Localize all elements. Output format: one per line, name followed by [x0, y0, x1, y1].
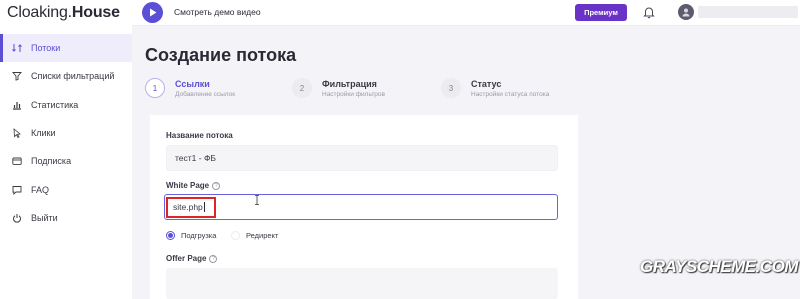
sidebar-nav: Потоки Списки фильтраций Статистика Клик… — [0, 34, 132, 232]
help-icon[interactable]: ? — [209, 254, 218, 263]
swap-icon — [12, 43, 22, 53]
radio-redirect[interactable] — [231, 231, 240, 240]
offer-page-label-text: Offer Page — [166, 254, 207, 263]
sidebar-item-label: Списки фильтраций — [31, 71, 115, 82]
bar-chart-icon — [12, 100, 22, 110]
stream-name-label: Название потока — [166, 131, 233, 140]
white-page-input[interactable]: site.php — [164, 194, 558, 220]
sidebar-item-streams[interactable]: Потоки — [0, 34, 132, 63]
ibeam-cursor-icon — [255, 192, 259, 205]
radio-load-option[interactable]: Подгрузка — [166, 231, 216, 240]
card-icon — [12, 156, 22, 166]
offer-page-input[interactable] — [166, 268, 558, 299]
step-status[interactable]: 3 Статус Настройки статуса потока — [441, 78, 549, 98]
sidebar-item-label: Подписка — [31, 156, 72, 167]
logo[interactable]: Cloaking.House — [7, 4, 120, 22]
radio-load-label: Подгрузка — [181, 231, 217, 240]
sidebar-item-label: Статистика — [31, 99, 79, 110]
step-number: 1 — [145, 78, 165, 98]
sidebar: Cloaking.House Потоки Списки фильтраций … — [0, 0, 132, 299]
chat-icon — [12, 185, 22, 195]
play-demo-button[interactable] — [142, 2, 163, 23]
filter-icon — [12, 71, 22, 82]
step-title: Ссылки — [175, 78, 210, 89]
sidebar-item-clicks[interactable]: Клики — [0, 119, 132, 147]
step-subtitle: Настройки фильтров — [322, 90, 385, 98]
step-title: Статус — [471, 78, 502, 89]
step-subtitle: Настройки статуса потока — [471, 90, 550, 98]
step-filtering[interactable]: 2 Фильтрация Настройки фильтров — [292, 78, 385, 98]
sidebar-item-faq[interactable]: FAQ — [0, 175, 132, 203]
offer-page-label: Offer Page ? — [166, 254, 218, 263]
page-title: Создание потока — [145, 45, 297, 65]
sidebar-item-label: Клики — [31, 128, 56, 139]
stream-name-input[interactable]: тест1 - ФБ — [166, 145, 558, 171]
step-subtitle: Добавление ссылок — [175, 90, 236, 98]
power-icon — [12, 213, 22, 223]
white-page-label-text: White Page — [166, 181, 210, 190]
step-title: Фильтрация — [322, 78, 377, 89]
avatar[interactable] — [678, 4, 694, 20]
pointer-icon — [12, 128, 22, 139]
help-icon[interactable]: ? — [212, 181, 221, 190]
radio-redirect-label: Редирект — [246, 231, 279, 240]
bell-icon[interactable] — [642, 5, 656, 19]
sidebar-item-logout[interactable]: Выйти — [0, 204, 132, 232]
watermark: GRAYSCHEME.COM — [640, 257, 798, 276]
stream-name-value: тест1 - ФБ — [175, 153, 216, 163]
topbar: Смотреть демо видео Премиум — [132, 0, 800, 26]
logo-text-part2: House — [71, 4, 120, 21]
sidebar-item-subscription[interactable]: Подписка — [0, 147, 132, 175]
user-icon — [682, 8, 690, 17]
radio-redirect-option[interactable]: Редирект — [231, 231, 278, 240]
highlight-box — [166, 197, 216, 218]
sidebar-item-statistics[interactable]: Статистика — [0, 91, 132, 119]
step-number: 2 — [292, 78, 312, 98]
step-number: 3 — [441, 78, 461, 98]
username-redacted — [698, 6, 798, 18]
logo-text-part1: Cloaking. — [7, 4, 72, 21]
play-icon — [149, 8, 156, 17]
sidebar-item-label: FAQ — [31, 184, 50, 195]
premium-button[interactable]: Премиум — [575, 4, 627, 21]
sidebar-item-label: Выйти — [31, 212, 58, 223]
sidebar-item-label: Потоки — [31, 43, 61, 54]
sidebar-item-filter-lists[interactable]: Списки фильтраций — [0, 62, 132, 90]
white-page-label: White Page ? — [166, 181, 221, 190]
step-links[interactable]: 1 Ссылки Добавление ссылок — [145, 78, 235, 98]
radio-load[interactable] — [166, 231, 175, 240]
demo-video-link[interactable]: Смотреть демо видео — [174, 7, 261, 17]
